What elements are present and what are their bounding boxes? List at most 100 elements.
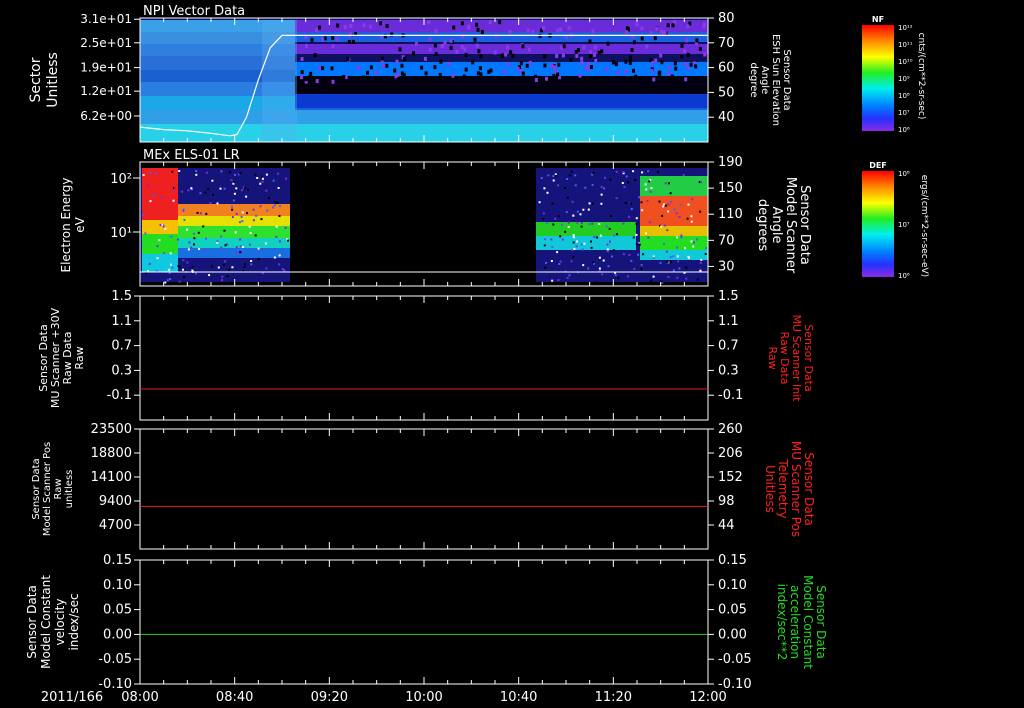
- els-speckle: [220, 246, 223, 249]
- els-speckle: [182, 268, 184, 271]
- els-speckle: [241, 220, 244, 223]
- els-speckle: [588, 223, 591, 226]
- els-speckle: [668, 182, 670, 185]
- els-speckle: [552, 175, 555, 178]
- els-speckle: [633, 267, 636, 270]
- els-speckle: [245, 195, 248, 198]
- els-speckle: [676, 255, 679, 258]
- npi-speckle: [703, 52, 707, 57]
- npi-speckle: [591, 29, 595, 34]
- els-blue-band: [178, 248, 290, 258]
- els-speckle: [256, 177, 259, 179]
- els-speckle: [220, 170, 223, 173]
- els-speckle: [600, 202, 603, 205]
- p3-left-ylabel: Sensor Data MU Scanner +30V Raw Data Raw: [37, 307, 86, 408]
- left-tick-label: 23500: [91, 422, 132, 437]
- p3-right-ylabel: Sensor Data MU Scanner Init Raw Data Raw: [766, 314, 815, 402]
- els-speckle: [630, 208, 633, 210]
- p4-left-ylabel-3: Raw: [53, 478, 64, 499]
- npi-speckle: [667, 71, 671, 76]
- els-speckle: [183, 218, 186, 221]
- npi-speckle: [552, 73, 556, 78]
- els-speckle: [676, 276, 679, 279]
- els-speckle: [648, 180, 651, 183]
- time-tick-label: 08:40: [216, 690, 253, 705]
- npi-speckle: [702, 22, 706, 27]
- npi-left-ylabel-2: Unitless: [45, 52, 61, 108]
- npi-speckle: [574, 49, 578, 54]
- els-speckle: [248, 243, 251, 246]
- els-speckle: [223, 229, 226, 232]
- els-speckle: [687, 203, 690, 206]
- els-speckle: [208, 274, 211, 277]
- els-speckle: [696, 278, 699, 281]
- els-speckle: [700, 258, 703, 261]
- els-speckle: [580, 225, 583, 228]
- els-speckle: [211, 179, 214, 182]
- npi-speckle: [412, 51, 415, 56]
- els-speckle: [169, 278, 172, 281]
- els-speckle: [259, 182, 262, 185]
- els-speckle: [647, 236, 650, 239]
- colorbar-tick-label: 10¹⁰: [898, 58, 913, 66]
- npi-speckle: [466, 24, 470, 29]
- time-tick-label: 12:00: [689, 690, 726, 705]
- npi-speckle: [487, 69, 491, 74]
- npi-right-ylabel-4: degree: [748, 62, 759, 97]
- els-speckle: [661, 214, 664, 217]
- colorbar-tick-label: 10⁸: [898, 92, 910, 100]
- npi-colorbar-ticks: 10¹² 10¹¹ 10¹⁰ 10⁹ 10⁸ 10⁷ 10⁶: [898, 24, 913, 134]
- els-speckle: [554, 217, 557, 220]
- els-speckle: [171, 266, 174, 269]
- els-speckle: [156, 257, 159, 260]
- npi-speckle: [550, 63, 554, 68]
- els-speckle: [596, 236, 598, 239]
- els-cyan-end: [640, 250, 708, 260]
- els-speckle: [614, 273, 617, 276]
- els-speckle: [691, 198, 694, 201]
- els-speckle: [252, 219, 255, 222]
- els-speckle: [684, 247, 686, 250]
- time-axis: 2011/166 08:00 08:40 09:20 10:00 10:40 11:20 1…: [41, 690, 727, 705]
- els-speckle: [224, 260, 227, 263]
- chart-canvas: NPI Vector Data 3.1e+01 2.5e+01 1.9e+01 1.2…: [25, 4, 929, 705]
- els-right-ticks: 190 150 110 70 30: [708, 155, 743, 274]
- npi-speckle: [545, 76, 548, 81]
- npi-speckle: [655, 27, 659, 31]
- els-speckle: [174, 187, 176, 190]
- els-speckle: [641, 171, 644, 174]
- els-speckle: [254, 234, 257, 237]
- els-speckle: [554, 175, 557, 177]
- els-speckle: [543, 187, 546, 190]
- npi-speckle: [449, 38, 453, 43]
- time-tick-label: 11:20: [595, 690, 632, 705]
- npi-speckle: [300, 70, 304, 75]
- npi-right-ylabel: Sensor Data ESH Sun Elevation Angle degr…: [748, 34, 792, 126]
- els-speckle: [287, 239, 289, 242]
- npi-speckle: [567, 26, 571, 31]
- els-speckle: [239, 245, 242, 248]
- npi-speckle: [451, 73, 455, 78]
- els-speckle: [580, 243, 583, 246]
- npi-speckle: [434, 51, 438, 56]
- panel-model-scanner-pos: 23500 18800 14100 9400 4700 260 206 152 98 44 Se…: [31, 422, 816, 550]
- npi-speckle: [686, 65, 690, 70]
- els-speckle: [669, 192, 672, 195]
- npi-speckle: [569, 58, 573, 62]
- els-speckle: [197, 231, 200, 234]
- npi-speckle: [379, 21, 383, 26]
- npi-speckle: [586, 61, 590, 66]
- npi-speckle: [400, 63, 404, 68]
- npi-speckle: [471, 60, 475, 65]
- p5-left-ylabel-2: Model Constant: [39, 575, 53, 669]
- npi-speckle: [589, 49, 593, 54]
- els-speckle: [249, 232, 252, 234]
- els-speckle: [220, 235, 223, 238]
- npi-speckle: [575, 54, 579, 58]
- npi-speckle: [632, 68, 635, 73]
- els-speckle: [276, 201, 279, 204]
- left-tick-label: 6.2e+00: [80, 109, 132, 123]
- npi-speckle: [331, 79, 335, 84]
- els-speckle: [680, 234, 683, 237]
- p5-left-ylabel: Sensor Data Model Constant velocity inde…: [25, 575, 81, 669]
